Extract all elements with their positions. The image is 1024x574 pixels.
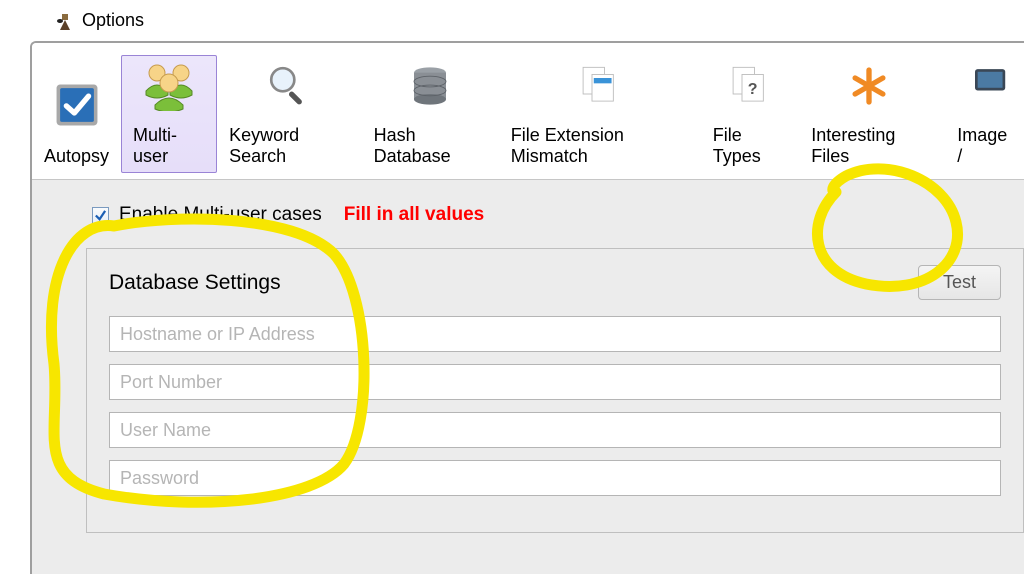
files-mismatch-icon <box>573 61 627 111</box>
options-toolbar: Autopsy Multi-user <box>32 43 1024 179</box>
password-field[interactable] <box>109 460 1001 496</box>
magnifier-icon <box>262 61 316 111</box>
database-icon <box>403 61 457 111</box>
toolbar-item-autopsy[interactable]: Autopsy <box>32 55 121 173</box>
toolbar-label: Keyword Search <box>229 125 349 167</box>
toolbar-item-keyword-search[interactable]: Keyword Search <box>217 55 361 173</box>
toolbar-label: Image / <box>957 125 1012 167</box>
toolbar-item-file-types[interactable]: ? File Types <box>701 55 800 173</box>
app-icon <box>56 12 74 30</box>
toolbar-label: Interesting Files <box>811 125 927 167</box>
files-question-icon: ? <box>723 61 777 111</box>
autopsy-check-icon <box>50 78 104 132</box>
port-number-field[interactable] <box>109 364 1001 400</box>
hostname-field[interactable] <box>109 316 1001 352</box>
test-button[interactable]: Test <box>918 265 1001 300</box>
monitor-icon <box>958 61 1012 111</box>
toolbar-label: Hash Database <box>374 125 487 167</box>
asterisk-icon <box>842 61 896 111</box>
title-bar: Options <box>0 0 1024 41</box>
multi-user-settings-panel: Enable Multi-user cases Fill in all valu… <box>32 179 1024 574</box>
toolbar-label: Autopsy <box>44 146 109 167</box>
database-settings-title: Database Settings <box>109 271 281 295</box>
fill-values-hint: Fill in all values <box>344 204 484 226</box>
database-settings-group: Database Settings Test <box>86 248 1024 533</box>
enable-multi-user-label: Enable Multi-user cases <box>119 204 322 226</box>
toolbar-label: Multi-user <box>133 125 205 167</box>
svg-text:?: ? <box>748 81 758 98</box>
toolbar-label: File Types <box>713 125 788 167</box>
toolbar-item-hash-database[interactable]: Hash Database <box>362 55 499 173</box>
window-title: Options <box>82 10 144 31</box>
enable-multi-user-checkbox[interactable] <box>92 207 109 224</box>
toolbar-item-image[interactable]: Image / <box>945 55 1024 173</box>
toolbar-item-multi-user[interactable]: Multi-user <box>121 55 217 173</box>
toolbar-label: File Extension Mismatch <box>511 125 689 167</box>
users-icon <box>142 57 196 111</box>
toolbar-item-interesting-files[interactable]: Interesting Files <box>799 55 939 173</box>
toolbar-item-file-extension-mismatch[interactable]: File Extension Mismatch <box>499 55 701 173</box>
username-field[interactable] <box>109 412 1001 448</box>
